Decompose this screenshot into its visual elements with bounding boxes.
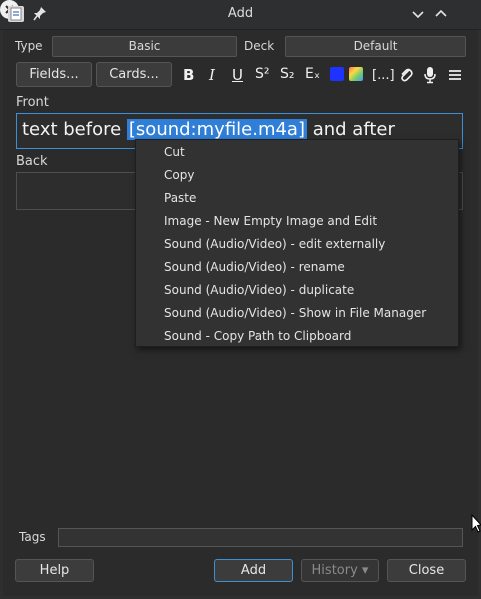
menu-item-image-new-empty[interactable]: Image - New Empty Image and Edit xyxy=(164,214,377,228)
clear-formatting-button[interactable]: Eₓ xyxy=(305,66,320,84)
mouse-cursor-icon xyxy=(471,514,481,533)
help-button[interactable]: Help xyxy=(15,559,94,582)
menu-item-sound-copy-path[interactable]: Sound - Copy Path to Clipboard xyxy=(164,329,351,343)
menu-item-sound-duplicate[interactable]: Sound (Audio/Video) - duplicate xyxy=(164,283,354,297)
menu-item-sound-edit-externally[interactable]: Sound (Audio/Video) - edit externally xyxy=(164,237,385,251)
menu-item-sound-show-in-file-manager[interactable]: Sound (Audio/Video) - Show in File Manag… xyxy=(164,306,426,320)
cloze-button[interactable]: [...] xyxy=(372,68,395,86)
menu-item-copy[interactable]: Copy xyxy=(164,168,194,182)
microphone-icon[interactable] xyxy=(423,66,437,84)
front-label: Front xyxy=(16,95,49,110)
title-bar: Add xyxy=(0,0,481,30)
front-text-before: text before xyxy=(22,119,127,140)
menu-item-paste[interactable]: Paste xyxy=(164,191,196,205)
superscript-button[interactable]: S² xyxy=(255,66,270,84)
subscript-button[interactable]: S₂ xyxy=(280,66,295,84)
maximize-chevron-icon[interactable] xyxy=(432,5,450,23)
underline-button[interactable]: U xyxy=(232,66,243,84)
note-type-selector[interactable]: Basic xyxy=(52,36,237,57)
back-label: Back xyxy=(16,154,48,169)
menu-item-sound-rename[interactable]: Sound (Audio/Video) - rename xyxy=(164,260,345,274)
change-color-button[interactable] xyxy=(349,67,363,81)
fields-button[interactable]: Fields... xyxy=(16,62,92,87)
front-selected-text: [sound:myfile.m4a] xyxy=(126,119,307,140)
cards-button[interactable]: Cards... xyxy=(96,62,172,87)
tags-label: Tags xyxy=(19,530,46,544)
history-button[interactable]: History ▾ xyxy=(301,559,379,582)
add-button[interactable]: Add xyxy=(214,559,293,582)
menu-item-cut[interactable]: Cut xyxy=(164,145,185,159)
tags-input[interactable] xyxy=(58,528,463,547)
type-label: Type xyxy=(15,39,43,53)
minimize-chevron-icon[interactable] xyxy=(409,5,427,23)
close-button[interactable]: Close xyxy=(387,559,466,582)
italic-button[interactable]: I xyxy=(209,66,215,84)
front-text-after: and after xyxy=(307,119,395,140)
deck-label: Deck xyxy=(244,39,275,53)
deck-selector[interactable]: Default xyxy=(285,36,466,57)
bold-button[interactable]: B xyxy=(183,66,194,84)
hamburger-menu-icon[interactable] xyxy=(448,68,462,82)
context-menu: Cut Copy Paste Image - New Empty Image a… xyxy=(135,139,459,347)
attachment-icon[interactable] xyxy=(398,66,414,83)
text-color-button[interactable] xyxy=(330,67,344,81)
front-field-content: text before [sound:myfile.m4a] and after xyxy=(22,119,395,140)
